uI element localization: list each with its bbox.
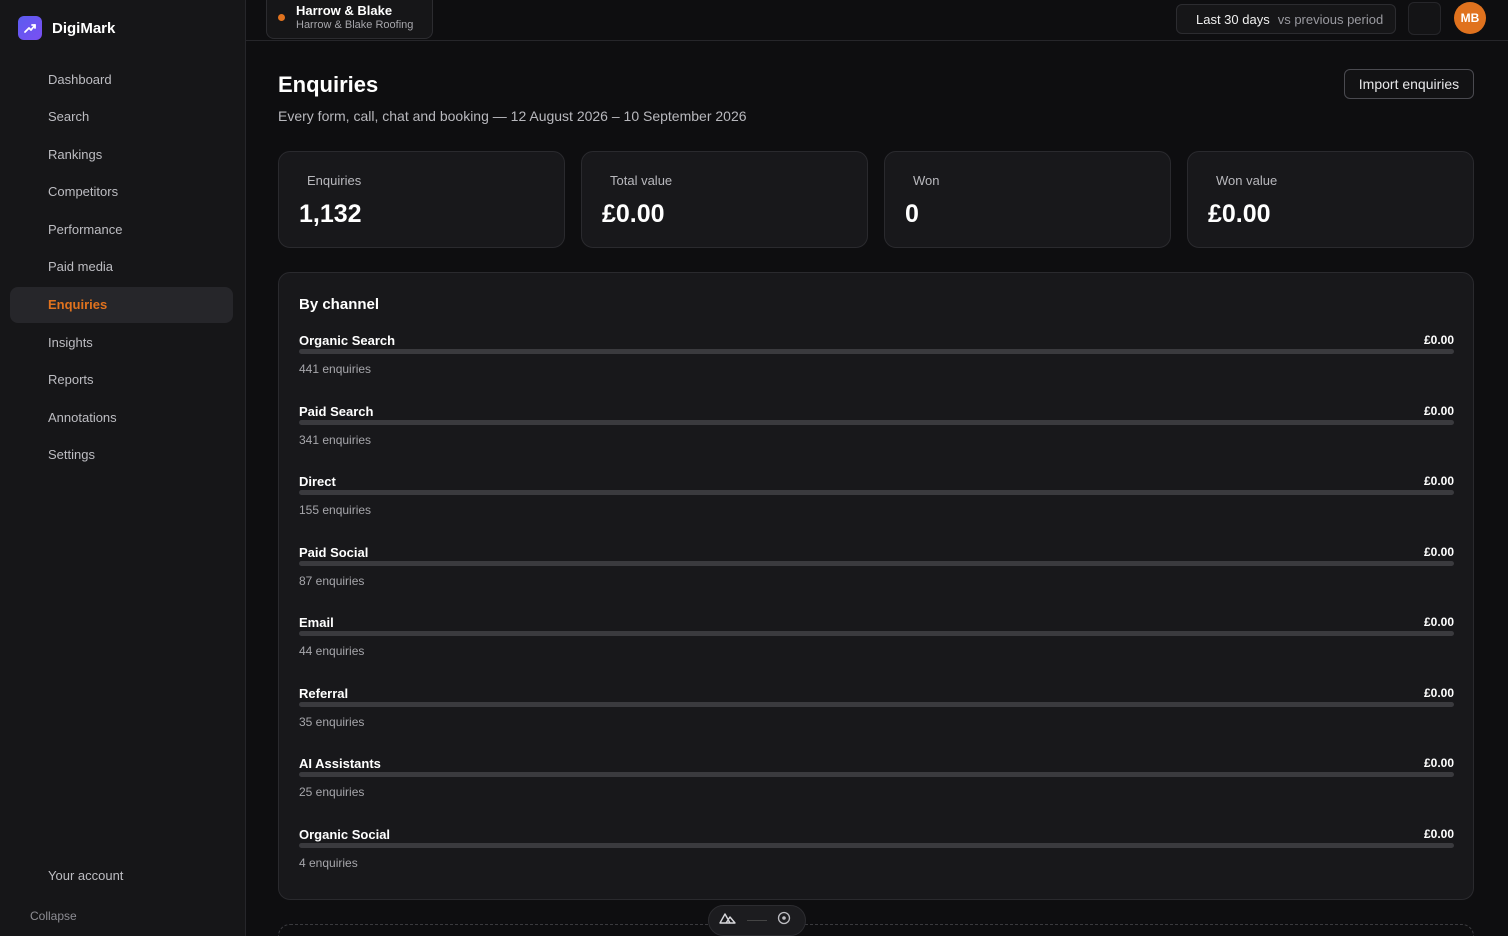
channel-bar	[299, 772, 1454, 777]
target-icon[interactable]	[777, 911, 791, 930]
channel-row-organic-search: Organic Search £0.00 441 enquiries	[299, 333, 1454, 393]
kpi-label: Won	[913, 173, 940, 188]
kpi-value: 0	[905, 200, 919, 228]
kpi-value: £0.00	[602, 200, 665, 228]
client-name: Harrow & Blake	[296, 3, 393, 18]
sidebar-item-insights[interactable]: Insights	[10, 324, 233, 360]
channel-count: 35 enquiries	[299, 714, 365, 729]
sidebar-item-annotations[interactable]: Annotations	[10, 399, 233, 435]
kpi-value: 1,132	[299, 200, 362, 228]
channel-row-ai-assistants: AI Assistants £0.00 25 enquiries	[299, 756, 1454, 816]
channel-bar	[299, 842, 1454, 848]
channel-row-direct: Direct £0.00 155 enquiries	[299, 474, 1454, 534]
collapse-button[interactable]: Collapse	[30, 909, 77, 923]
channel-name: Paid Social	[299, 544, 369, 560]
your-account-link[interactable]: Your account	[48, 868, 123, 883]
import-enquiries-button[interactable]: Import enquiries	[1344, 69, 1474, 99]
channel-value: £0.00	[1423, 756, 1454, 770]
kpi-label: Won value	[1216, 173, 1278, 188]
sidebar-nav: Dashboard Search Rankings Competitors Pe…	[10, 61, 233, 475]
sidebar-item-reports[interactable]: Reports	[10, 362, 233, 398]
date-range-picker[interactable]: Last 30 days vs previous period	[1176, 4, 1396, 34]
sidebar-item-search[interactable]: Search	[10, 99, 233, 135]
page-title: Enquiries	[278, 72, 379, 97]
client-switcher[interactable]: Harrow & Blake Harrow & Blake Roofing	[266, 0, 433, 39]
sidebar-item-performance[interactable]: Performance	[10, 211, 233, 247]
sidebar: DigiMark Dashboard Search Rankings Compe…	[0, 0, 246, 936]
kpi-label: Total value	[610, 173, 673, 188]
kpi-value: £0.00	[1208, 200, 1271, 228]
channel-row-paid-search: Paid Search £0.00 341 enquiries	[299, 404, 1454, 464]
channel-bar	[299, 419, 1454, 425]
channel-row-referral: Referral £0.00 35 enquiries	[299, 686, 1454, 746]
channel-count: 87 enquiries	[299, 573, 365, 588]
comparison-label: vs previous period	[1277, 11, 1384, 27]
channel-name: Organic Social	[299, 826, 391, 842]
by-channel-card: By channel Organic Search £0.00 441 enqu…	[278, 272, 1474, 900]
channel-count: 155 enquiries	[299, 503, 372, 517]
channel-name: AI Assistants	[299, 756, 381, 771]
kpi-label: Enquiries	[307, 173, 362, 188]
avatar[interactable]: MB	[1454, 2, 1486, 34]
divider	[747, 920, 767, 921]
channel-name: Direct	[299, 474, 336, 489]
channel-value: £0.00	[1423, 403, 1454, 418]
channel-value: £0.00	[1423, 333, 1454, 347]
card-title: By channel	[299, 296, 380, 313]
channel-row-email: Email £0.00 44 enquiries	[299, 615, 1454, 675]
channel-count: 4 enquiries	[299, 855, 358, 870]
channel-bar	[299, 349, 1454, 354]
page-subtitle: Every form, call, chat and booking — 12 …	[278, 108, 747, 124]
channel-name: Paid Search	[299, 403, 374, 419]
sidebar-item-rankings[interactable]: Rankings	[10, 136, 233, 172]
kpi-card-total-value: Total value £0.00	[581, 151, 868, 248]
channel-row-paid-social: Paid Social £0.00 87 enquiries	[299, 545, 1454, 605]
sidebar-item-settings[interactable]: Settings	[10, 437, 233, 473]
channel-value: £0.00	[1423, 615, 1454, 629]
theme-toggle-button[interactable]	[1408, 2, 1441, 35]
period-label: Last 30 days	[1196, 11, 1270, 27]
channel-bar	[299, 631, 1454, 636]
channel-name: Organic Search	[299, 333, 396, 348]
channel-count: 44 enquiries	[299, 644, 365, 658]
brand[interactable]: DigiMark	[18, 16, 115, 40]
nuxt-icon[interactable]	[719, 911, 737, 930]
dev-toolbar[interactable]	[708, 905, 806, 936]
sidebar-item-paid-media[interactable]: Paid media	[10, 249, 233, 285]
client-subtitle: Harrow & Blake Roofing	[296, 19, 414, 31]
channel-count: 441 enquiries	[299, 362, 372, 376]
channel-name: Referral	[299, 685, 349, 701]
channel-count: 25 enquiries	[299, 785, 365, 799]
next-card	[278, 924, 1474, 936]
channel-bar	[299, 701, 1454, 707]
sidebar-item-enquiries[interactable]: Enquiries	[10, 286, 233, 323]
channel-value: £0.00	[1423, 474, 1454, 488]
channel-value: £0.00	[1423, 685, 1454, 700]
channel-name: Email	[299, 615, 334, 630]
channel-value: £0.00	[1423, 826, 1454, 841]
client-status-dot	[278, 14, 285, 21]
channel-row-organic-social: Organic Social £0.00 4 enquiries	[299, 827, 1454, 887]
channel-bar	[299, 490, 1454, 495]
brand-name: DigiMark	[52, 19, 116, 37]
channel-bar	[299, 560, 1454, 566]
sidebar-item-competitors[interactable]: Competitors	[10, 174, 233, 210]
top-bar: Harrow & Blake Harrow & Blake Roofing La…	[246, 0, 1508, 41]
kpi-card-enquiries: Enquiries 1,132	[278, 151, 565, 248]
trend-up-icon	[18, 16, 42, 40]
kpi-card-won-value: Won value £0.00	[1187, 151, 1474, 248]
kpi-card-won: Won 0	[884, 151, 1171, 248]
sidebar-item-dashboard[interactable]: Dashboard	[10, 61, 233, 97]
channel-count: 341 enquiries	[299, 432, 372, 447]
channel-value: £0.00	[1423, 544, 1454, 559]
